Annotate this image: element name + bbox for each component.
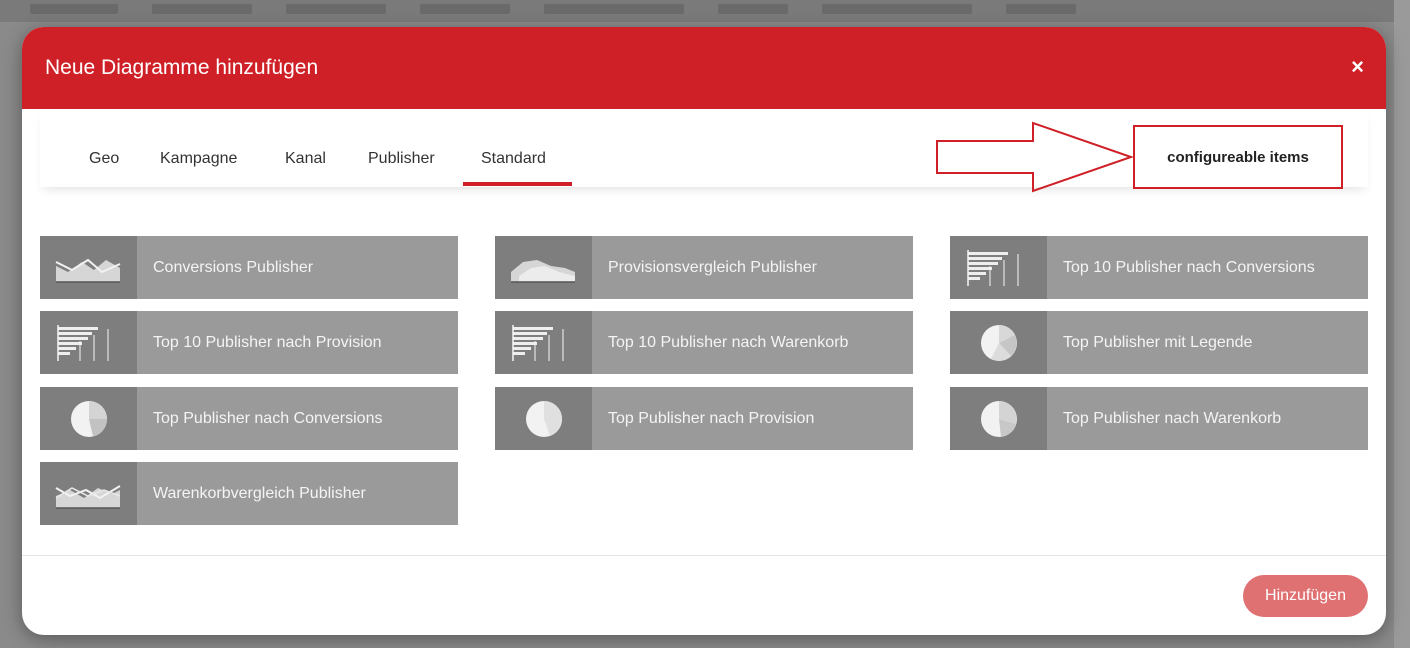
- tab-publisher[interactable]: Publisher: [368, 149, 435, 169]
- tab-standard[interactable]: Standard: [481, 149, 546, 169]
- background-app-menubar: [0, 0, 1410, 22]
- background-app-edge: [1394, 0, 1410, 648]
- chart-item-label: Top Publisher nach Warenkorb: [1063, 409, 1282, 427]
- chart-item-label: Top 10 Publisher nach Warenkorb: [608, 333, 849, 351]
- footer-divider: [22, 555, 1386, 556]
- pie-chart-icon: [40, 387, 137, 450]
- annotation-arrow-icon: [936, 121, 1135, 193]
- bar-chart-icon: [40, 311, 137, 374]
- add-charts-modal: Neue Diagramme hinzufügen × Geo Kampagne…: [22, 27, 1386, 635]
- chart-item-label: Top Publisher nach Provision: [608, 409, 815, 427]
- chart-item-top-legende[interactable]: Top Publisher mit Legende: [950, 311, 1368, 374]
- area-chart-icon: [40, 462, 137, 525]
- annotation-label: configureable items: [1133, 125, 1343, 189]
- chart-item-top-warenkorb[interactable]: Top Publisher nach Warenkorb: [950, 387, 1368, 450]
- bar-chart-icon: [950, 236, 1047, 299]
- chart-item-top-provision[interactable]: Top Publisher nach Provision: [495, 387, 913, 450]
- close-button[interactable]: ×: [1351, 55, 1364, 79]
- tab-kanal[interactable]: Kanal: [285, 149, 326, 169]
- chart-item-label: Top Publisher nach Conversions: [153, 409, 383, 427]
- chart-item-conversions-publisher[interactable]: Conversions Publisher: [40, 236, 458, 299]
- bar-chart-icon: [495, 311, 592, 374]
- modal-header: Neue Diagramme hinzufügen ×: [22, 27, 1386, 109]
- chart-item-top10-conversions[interactable]: Top 10 Publisher nach Conversions: [950, 236, 1368, 299]
- pie-chart-icon: [950, 311, 1047, 374]
- modal-title: Neue Diagramme hinzufügen: [45, 56, 319, 79]
- tab-kampagne[interactable]: Kampagne: [160, 149, 237, 169]
- area-chart-icon: [495, 236, 592, 299]
- chart-item-provisionsvergleich[interactable]: Provisionsvergleich Publisher: [495, 236, 913, 299]
- active-tab-indicator: [463, 182, 572, 186]
- pie-chart-icon: [495, 387, 592, 450]
- chart-item-label: Warenkorbvergleich Publisher: [153, 484, 366, 502]
- chart-item-label: Provisionsvergleich Publisher: [608, 258, 817, 276]
- chart-item-label: Top Publisher mit Legende: [1063, 333, 1253, 351]
- chart-item-label: Top 10 Publisher nach Provision: [153, 333, 382, 351]
- add-button[interactable]: Hinzufügen: [1243, 575, 1368, 617]
- chart-item-top10-provision[interactable]: Top 10 Publisher nach Provision: [40, 311, 458, 374]
- chart-item-top10-warenkorb[interactable]: Top 10 Publisher nach Warenkorb: [495, 311, 913, 374]
- chart-item-warenkorbvergleich[interactable]: Warenkorbvergleich Publisher: [40, 462, 458, 525]
- tab-geo[interactable]: Geo: [89, 149, 119, 169]
- chart-item-top-conversions[interactable]: Top Publisher nach Conversions: [40, 387, 458, 450]
- area-chart-icon: [40, 236, 137, 299]
- pie-chart-icon: [950, 387, 1047, 450]
- chart-item-label: Top 10 Publisher nach Conversions: [1063, 258, 1315, 276]
- chart-item-label: Conversions Publisher: [153, 258, 314, 276]
